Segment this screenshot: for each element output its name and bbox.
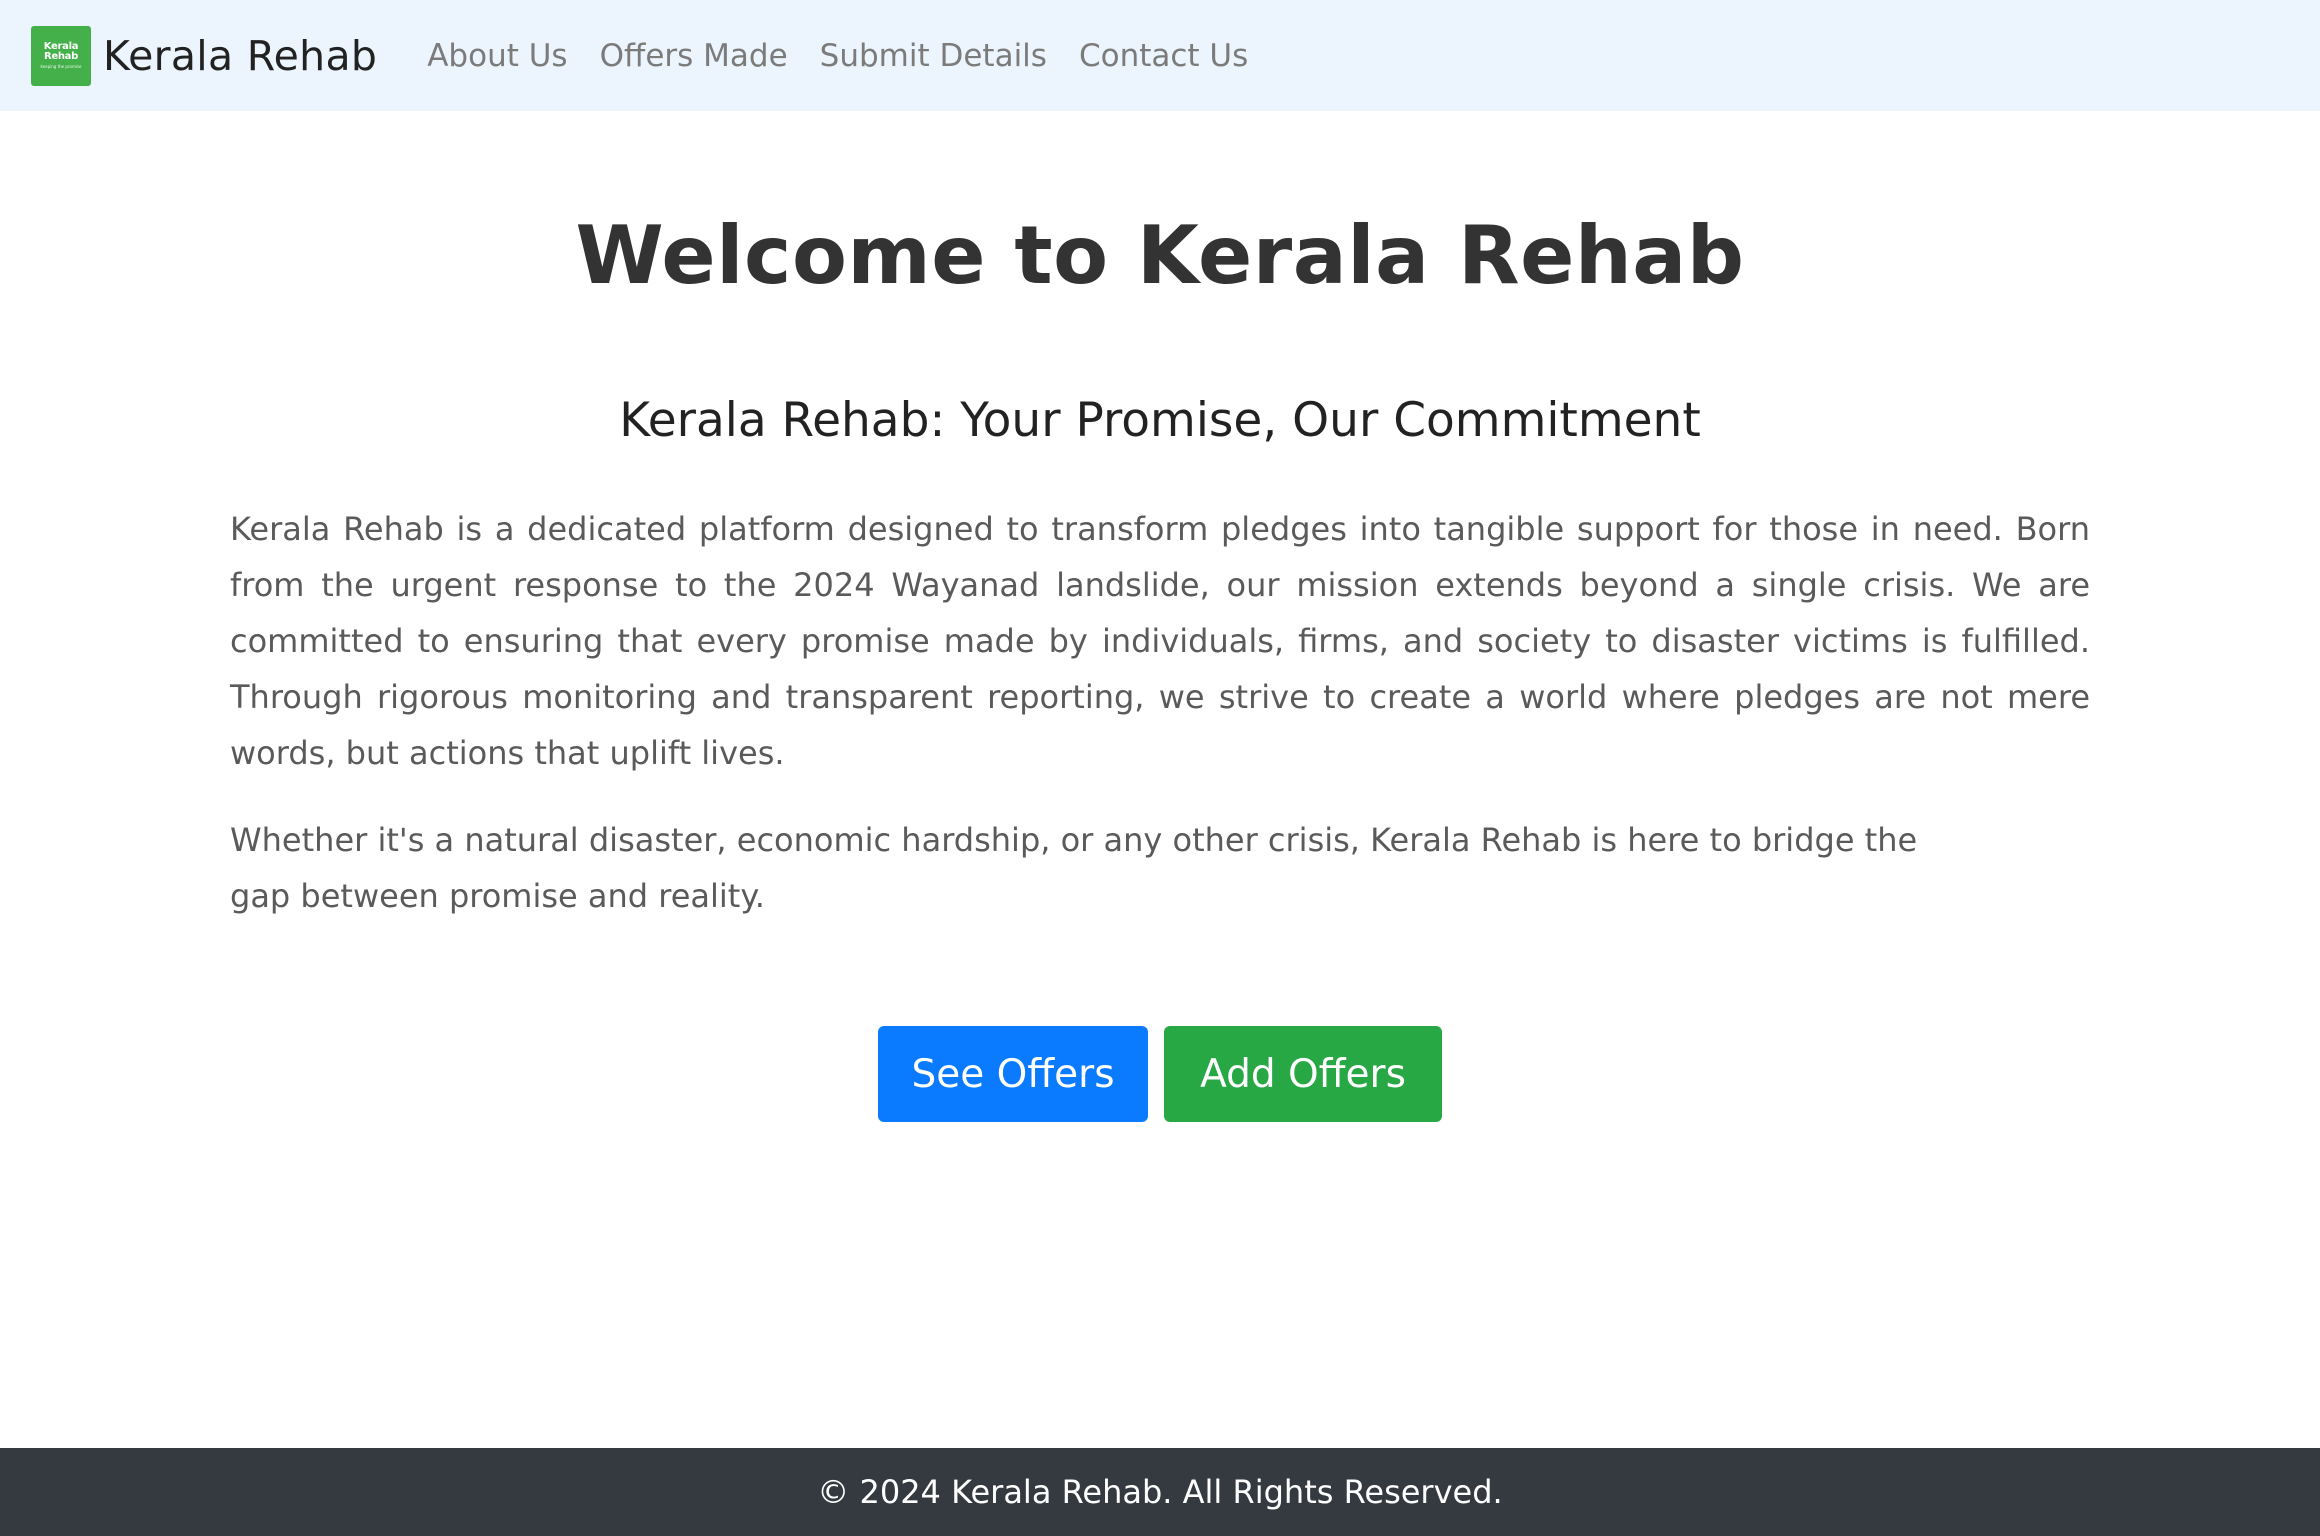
intro-paragraph-2: Whether it's a natural disaster, economi… [230,821,1918,915]
navbar: Kerala Rehab keeping the promise Kerala … [0,0,2320,111]
nav-link-offers-made[interactable]: Offers Made [600,38,788,74]
footer: © 2024 Kerala Rehab. All Rights Reserved… [0,1448,2320,1536]
brand-link[interactable]: Kerala Rehab keeping the promise Kerala … [31,25,378,86]
nav-links: About Us Offers Made Submit Details Cont… [427,38,1280,74]
nav-link-contact-us[interactable]: Contact Us [1079,38,1248,74]
page-title: Welcome to Kerala Rehab [575,209,1745,302]
intro-text: Kerala Rehab is a dedicated platform des… [230,501,2090,924]
page-subtitle: Kerala Rehab: Your Promise, Our Commitme… [619,393,1701,448]
logo: Kerala Rehab keeping the promise [31,25,91,86]
copyright-text: © 2024 Kerala Rehab. All Rights Reserved… [817,1473,1503,1511]
action-buttons: See Offers Add Offers [0,1026,2320,1122]
nav-link-submit-details[interactable]: Submit Details [820,38,1047,74]
brand-name: Kerala Rehab [103,31,378,80]
add-offers-button[interactable]: Add Offers [1164,1026,1442,1122]
nav-link-about-us[interactable]: About Us [427,38,567,74]
logo-tagline: keeping the promise [40,64,82,69]
logo-text-line2: Rehab [43,51,78,62]
intro-paragraph-1: Kerala Rehab is a dedicated platform des… [230,510,2090,772]
see-offers-button[interactable]: See Offers [878,1026,1148,1122]
